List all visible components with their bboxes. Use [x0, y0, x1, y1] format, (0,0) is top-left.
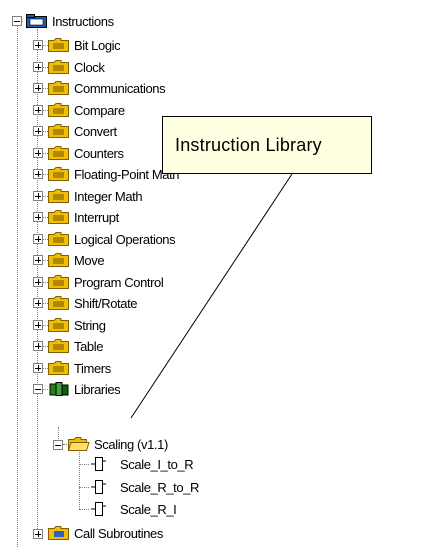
folder-icon [48, 103, 69, 117]
tree-line-h [79, 464, 89, 465]
tree-item-label: Interrupt [74, 209, 119, 225]
expand-toggle-compare[interactable] [33, 105, 43, 115]
folder-icon [48, 339, 69, 353]
folder-icon [48, 296, 69, 310]
tree-item-counters[interactable]: Counters [74, 143, 124, 163]
tree-item-shift-rotate[interactable]: Shift/Rotate [74, 293, 138, 313]
callout-text: Instruction Library [175, 134, 322, 155]
expand-toggle-timers[interactable] [33, 363, 43, 373]
tree-item-label: Move [74, 252, 105, 268]
open-folder-icon [68, 437, 90, 451]
expand-toggle-communications[interactable] [33, 83, 43, 93]
tree-line-h [79, 487, 89, 488]
folder-icon [48, 361, 69, 375]
tree-item-bit-logic[interactable]: Bit Logic [74, 35, 121, 55]
expand-toggle-program-control[interactable] [33, 277, 43, 287]
tree-item-call-subroutines-label: Call Subroutines [74, 525, 163, 541]
tree-item-call-subroutines[interactable]: Call Subroutines [74, 523, 163, 543]
collapse-toggle-root[interactable] [12, 16, 22, 26]
folder-icon [48, 146, 69, 160]
expand-toggle-move[interactable] [33, 255, 43, 265]
tree-item-table[interactable]: Table [74, 336, 103, 356]
expand-toggle-shift-rotate[interactable] [33, 298, 43, 308]
tree-item-logical-operations[interactable]: Logical Operations [74, 229, 176, 249]
tree-root-label: Instructions [52, 13, 114, 29]
expand-toggle-clock[interactable] [33, 62, 43, 72]
folder-icon [48, 526, 69, 540]
folder-icon [48, 189, 69, 203]
folder-icon [48, 81, 69, 95]
expand-toggle-floating-point-math[interactable] [33, 169, 43, 179]
tree-item-move[interactable]: Move [74, 250, 105, 270]
tree-item-label: Counters [74, 145, 124, 161]
tree-root[interactable]: Instructions [52, 11, 114, 31]
tree-item-string[interactable]: String [74, 315, 106, 335]
library-block-label: Scale_I_to_R [120, 456, 194, 472]
folder-icon [48, 275, 69, 289]
tree-item-label: Libraries [74, 381, 121, 397]
expand-toggle-string[interactable] [33, 320, 43, 330]
tree-item-label: Logical Operations [74, 231, 176, 247]
tree-item-convert[interactable]: Convert [74, 121, 117, 141]
tree-item-label: Program Control [74, 274, 164, 290]
folder-icon [48, 210, 69, 224]
tree-item-scaling-label: Scaling (v1.1) [94, 436, 168, 452]
tree-item-clock[interactable]: Clock [74, 57, 105, 77]
tree-item-label: Convert [74, 123, 117, 139]
instruction-library-callout: Instruction Library [162, 116, 372, 174]
block-icon [91, 480, 106, 494]
library-block-label: Scale_R_to_R [120, 479, 200, 495]
folder-icon [48, 60, 69, 74]
expand-toggle-table[interactable] [33, 341, 43, 351]
instructions-folder-icon [26, 14, 47, 28]
collapse-toggle-scaling[interactable] [53, 440, 63, 450]
expand-toggle-bit-logic[interactable] [33, 40, 43, 50]
expand-toggle-convert[interactable] [33, 126, 43, 136]
tree-item-label: Integer Math [74, 188, 143, 204]
tree-line-root [17, 22, 18, 547]
folder-icon [48, 167, 69, 181]
tree-line-h [79, 509, 89, 510]
tree-item-label: Shift/Rotate [74, 295, 138, 311]
block-icon [91, 457, 106, 471]
tree-item-label: Compare [74, 102, 125, 118]
tree-item-label: Clock [74, 59, 105, 75]
tree-item-label: Table [74, 338, 104, 354]
tree-item-library-block[interactable]: Scale_R_I [120, 499, 177, 519]
library-block-label: Scale_R_I [120, 501, 177, 517]
tree-item-label: Communications [74, 80, 166, 96]
folder-icon [48, 38, 69, 52]
tree-item-label: Timers [74, 360, 111, 376]
tree-line-scaling [79, 448, 80, 509]
tree-item-communications[interactable]: Communications [74, 78, 166, 98]
block-icon [91, 502, 106, 516]
tree-item-label: Bit Logic [74, 37, 121, 53]
expand-toggle-interrupt[interactable] [33, 212, 43, 222]
collapse-toggle-libraries[interactable] [33, 384, 43, 394]
tree-item-library-block[interactable]: Scale_I_to_R [120, 454, 194, 474]
library-icon [49, 382, 69, 396]
tree-item-program-control[interactable]: Program Control [74, 272, 164, 292]
tree-item-libraries[interactable]: Libraries [74, 379, 121, 399]
tree-item-interrupt[interactable]: Interrupt [74, 207, 119, 227]
expand-toggle-integer-math[interactable] [33, 191, 43, 201]
folder-icon [48, 124, 69, 138]
folder-icon [48, 253, 69, 267]
folder-icon [48, 232, 69, 246]
expand-toggle-call-subroutines[interactable] [33, 529, 43, 539]
tree-item-timers[interactable]: Timers [74, 358, 111, 378]
tree-item-integer-math[interactable]: Integer Math [74, 186, 143, 206]
expand-toggle-counters[interactable] [33, 148, 43, 158]
folder-icon [48, 318, 69, 332]
tree-item-library-block[interactable]: Scale_R_to_R [120, 477, 199, 497]
tree-item-label: String [74, 317, 106, 333]
tree-item-compare[interactable]: Compare [74, 100, 125, 120]
expand-toggle-logical-operations[interactable] [33, 234, 43, 244]
tree-item-scaling[interactable]: Scaling (v1.1) [94, 434, 168, 454]
